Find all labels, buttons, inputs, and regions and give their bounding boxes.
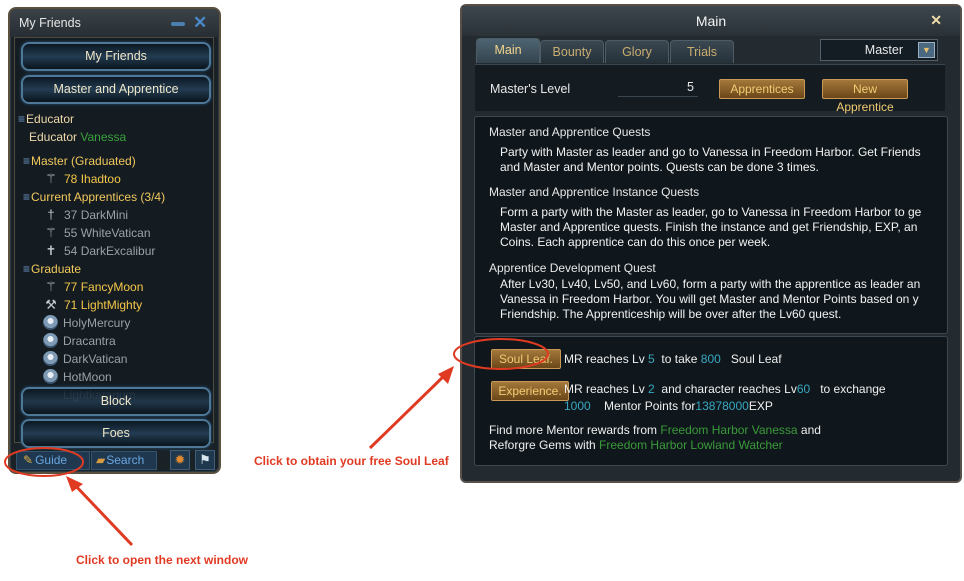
block-button[interactable]: Block xyxy=(21,387,211,416)
section-heading: Master and Apprentice Quests xyxy=(489,125,651,139)
avatar-icon xyxy=(43,369,58,384)
main-titlebar[interactable]: Main ✕ xyxy=(462,6,960,36)
collapse-icon[interactable]: ≡ xyxy=(23,262,30,276)
collapse-icon[interactable]: ≡ xyxy=(18,112,25,126)
window-title: Main xyxy=(695,13,727,29)
section-heading: Apprentice Development Quest xyxy=(489,261,656,275)
soul-leaf-hint: Click to obtain your free Soul Leaf xyxy=(254,454,449,468)
guide-button[interactable]: ✎ Guide xyxy=(16,451,90,470)
close-x-icon[interactable]: ✕ xyxy=(193,14,207,31)
avatar-icon xyxy=(43,333,58,348)
foes-button[interactable]: Foes xyxy=(21,419,211,448)
cross-class-icon: ✝ xyxy=(45,243,57,258)
friend-row[interactable]: ⚒ 71 LightMighty xyxy=(45,296,142,314)
close-icon[interactable]: ✕ xyxy=(930,12,942,29)
group-master-graduated[interactable]: ≡Master (Graduated) xyxy=(23,152,136,170)
tab-bounty[interactable]: Bounty xyxy=(540,40,604,63)
hammer-class-icon: ⚒ xyxy=(45,297,57,312)
gear-icon[interactable]: ✹ xyxy=(170,450,190,470)
guide-hint: Click to open the next window xyxy=(76,553,249,567)
npc-link[interactable]: Freedom Harbor Lowland Watcher xyxy=(599,438,783,452)
staff-class-icon: ⚚ xyxy=(45,279,57,294)
section-text: Form a party with the Master as leader, … xyxy=(500,205,922,249)
friends-body: My Friends Master and Apprentice ≡Educat… xyxy=(14,37,214,448)
masters-level-value: 5 xyxy=(618,80,698,97)
experience-text: MR reaches Lv 2 and character reaches Lv… xyxy=(564,382,886,413)
search-button[interactable]: ▰Search xyxy=(91,451,157,470)
my-friends-button[interactable]: My Friends xyxy=(21,42,211,71)
section-heading: Master and Apprentice Instance Quests xyxy=(489,185,700,199)
friend-row[interactable]: Dracantra xyxy=(43,332,116,350)
section-text: After Lv30, Lv40, Lv50, and Lv60, form a… xyxy=(500,277,921,321)
tab-glory[interactable]: Glory xyxy=(605,40,669,63)
guide-arrow-head xyxy=(66,476,83,492)
more-rewards-text: Find more Mentor rewards from Freedom Ha… xyxy=(489,423,821,452)
role-select[interactable]: Master ▼ xyxy=(820,39,938,61)
friend-row[interactable]: † 37 DarkMini xyxy=(45,206,128,224)
avatar-icon xyxy=(43,351,58,366)
group-educator[interactable]: ≡Educator xyxy=(18,110,74,128)
friend-row[interactable]: ✝ 54 DarkExcalibur xyxy=(45,242,156,260)
experience-button[interactable]: Experience. xyxy=(491,381,569,401)
minimize-icon[interactable] xyxy=(171,22,185,26)
master-level-bar: Master's Level 5 Apprentices New Apprent… xyxy=(475,64,945,114)
window-title: My Friends xyxy=(19,16,81,30)
soul-leaf-button[interactable]: Soul Leaf. xyxy=(491,349,561,369)
friend-row[interactable]: HotMoon xyxy=(43,368,112,386)
collapse-icon[interactable]: ≡ xyxy=(23,190,30,204)
friends-titlebar[interactable]: My Friends ✕ xyxy=(10,9,219,37)
tab-trials[interactable]: Trials xyxy=(670,40,734,63)
section-text: Party with Master as leader and go to Va… xyxy=(500,145,921,174)
group-graduate[interactable]: ≡Graduate xyxy=(23,260,81,278)
friend-row[interactable]: DarkVatican xyxy=(43,350,127,368)
master-apprentice-button[interactable]: Master and Apprentice xyxy=(21,75,211,104)
dagger-class-icon: † xyxy=(47,207,55,222)
friends-window: My Friends ✕ My Friends Master and Appre… xyxy=(8,7,221,474)
quest-description-panel: Master and Apprentice Quests Party with … xyxy=(474,116,948,334)
apprentices-button[interactable]: Apprentices xyxy=(719,79,805,99)
flag-icon[interactable]: ⚑ xyxy=(195,450,215,470)
guide-arrow xyxy=(70,480,134,547)
new-apprentice-button[interactable]: New Apprentice xyxy=(822,79,908,114)
soul-leaf-text: MR reaches Lv 5 to take 800 Soul Leaf xyxy=(564,352,782,366)
educator-row[interactable]: Educator Vanessa xyxy=(29,128,126,146)
staff-class-icon: ⚚ xyxy=(45,225,57,240)
friends-footer: ✎ Guide ▰Search ✹ ⚑ xyxy=(10,448,219,472)
masters-level-label: Master's Level xyxy=(490,82,571,96)
soul-leaf-arrow-head xyxy=(438,366,454,384)
collapse-icon[interactable]: ≡ xyxy=(23,154,30,168)
friend-row[interactable]: HolyMercury xyxy=(43,314,130,332)
rewards-panel: Soul Leaf. MR reaches Lv 5 to take 800 S… xyxy=(474,336,948,466)
npc-link[interactable]: Freedom Harbor Vanessa xyxy=(660,423,797,437)
guide-icon: ✎ xyxy=(23,453,34,467)
main-window: Main ✕ Main Bounty Glory Trials Master ▼… xyxy=(460,4,962,483)
friend-row[interactable]: ⚚ 55 WhiteVatican xyxy=(45,224,150,242)
book-icon: ▰ xyxy=(96,453,106,467)
friend-row[interactable]: ⚚ 77 FancyMoon xyxy=(45,278,143,296)
educator-name: Vanessa xyxy=(80,130,127,144)
friend-row[interactable]: ⚚ 78 Ihadtoo xyxy=(45,170,121,188)
avatar-icon xyxy=(43,315,58,330)
tab-main[interactable]: Main xyxy=(476,38,540,63)
soul-leaf-arrow xyxy=(368,372,448,450)
group-current-apprentices[interactable]: ≡Current Apprentices (3/4) xyxy=(23,188,165,206)
staff-class-icon: ⚚ xyxy=(45,171,57,186)
chevron-down-icon[interactable]: ▼ xyxy=(918,42,935,58)
